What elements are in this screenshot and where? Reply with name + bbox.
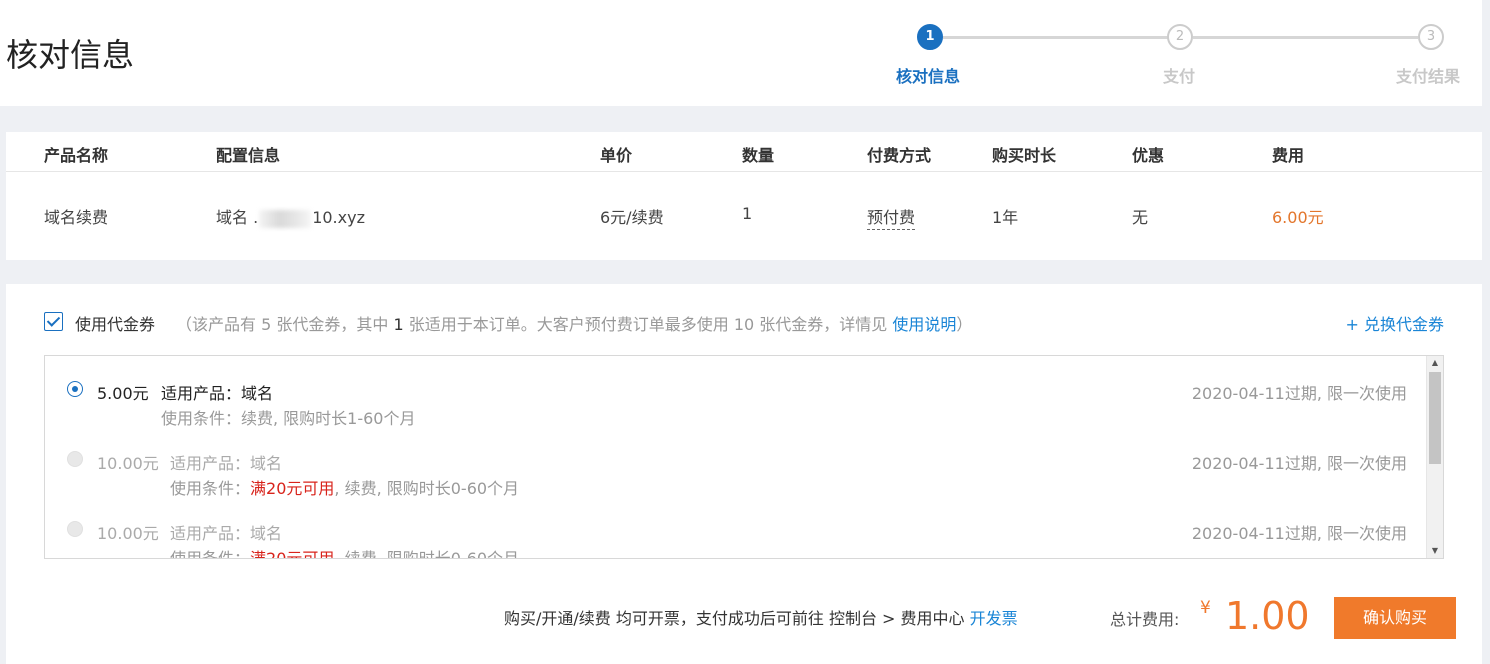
voucher-note: （该产品有 5 张代金券，其中 1 张适用于本订单。大客户预付费订单最多使用 1… <box>176 311 972 335</box>
condition-prefix: 使用条件： <box>170 549 251 559</box>
voucher-product: 适用产品：域名 <box>170 454 283 473</box>
use-voucher-checkbox[interactable] <box>44 312 63 331</box>
voucher-amount: 10.00元 <box>97 524 159 543</box>
total-amount: 1.00 <box>1225 594 1310 638</box>
col-quantity: 数量 <box>742 146 775 165</box>
config-prefix: 域名 . <box>216 208 259 227</box>
row-quantity: 1 <box>742 204 753 223</box>
total-label: 总计费用: <box>1110 610 1180 629</box>
use-voucher-label[interactable]: 使用代金券 <box>75 311 155 335</box>
col-fee: 费用 <box>1272 146 1305 165</box>
col-product: 产品名称 <box>44 146 109 165</box>
issue-invoice-link[interactable]: 开发票 <box>970 609 1018 628</box>
voucher-product: 适用产品：域名 <box>161 384 274 403</box>
invoice-note: 购买/开通/续费 均可开票，支付成功后可前往 控制台 > 费用中心 开发票 <box>504 605 1018 629</box>
voucher-item: 10.00元 适用产品：域名 使用条件：满20元可用, 续费, 限购时长0-60… <box>45 426 1427 498</box>
step-2-circle: 2 <box>1167 24 1193 50</box>
voucher-item: 10.00元 适用产品：域名 使用条件：满20元可用, 续费, 限购时长0-60… <box>45 496 1427 559</box>
step-connector <box>1193 36 1418 39</box>
note-count: 1 <box>393 315 404 334</box>
step-connector <box>943 36 1168 39</box>
step-1-circle: 1 <box>917 24 943 50</box>
note-end: ） <box>956 315 973 334</box>
step-2-label: 支付 <box>1163 67 1196 86</box>
col-duration: 购买时长 <box>992 146 1057 165</box>
voucher-scrollbar[interactable]: ▲ ▼ <box>1426 356 1443 558</box>
row-config: 域名 . 10.xyz <box>216 204 365 228</box>
step-1-label: 核对信息 <box>896 67 961 86</box>
row-fee: 6.00元 <box>1272 208 1324 227</box>
col-payment: 付费方式 <box>867 146 932 165</box>
condition-threshold: 满20元可用 <box>250 549 335 559</box>
voucher-radio[interactable] <box>67 381 83 397</box>
col-price: 单价 <box>600 146 633 165</box>
voucher-radio <box>67 521 83 537</box>
step-3-label: 支付结果 <box>1396 67 1461 86</box>
voucher-expire: 2020-04-11过期, 限一次使用 <box>1191 524 1407 543</box>
col-discount: 优惠 <box>1132 146 1165 165</box>
note-part2: 张适用于本订单。大客户预付费订单最多使用 10 张代金券，详情见 <box>403 315 893 334</box>
step-3-circle: 3 <box>1418 24 1444 50</box>
confirm-purchase-button[interactable]: 确认购买 <box>1334 597 1456 639</box>
voucher-expire: 2020-04-11过期, 限一次使用 <box>1191 454 1407 473</box>
row-product: 域名续费 <box>44 208 109 227</box>
exchange-voucher-link[interactable]: + 兑换代金券 <box>1346 311 1445 335</box>
redacted-domain <box>259 209 312 228</box>
voucher-amount: 5.00元 <box>97 384 149 403</box>
scroll-up-arrow-icon[interactable]: ▲ <box>1427 356 1443 370</box>
voucher-list: 5.00元 适用产品：域名 使用条件：续费, 限购时长1-60个月 2020-0… <box>44 355 1444 559</box>
currency-symbol: ¥ <box>1200 598 1211 618</box>
row-price: 6元/续费 <box>600 208 664 227</box>
scroll-down-arrow-icon[interactable]: ▼ <box>1427 544 1443 558</box>
condition-text: , 续费, 限购时长0-60个月 <box>334 549 520 559</box>
config-suffix: 10.xyz <box>312 208 365 227</box>
usage-instructions-link[interactable]: 使用说明 <box>892 315 956 334</box>
header: 核对信息 1 核对信息 2 支付 3 支付结果 <box>0 0 1482 106</box>
voucher-radio <box>67 451 83 467</box>
invoice-note-text: 购买/开通/续费 均可开票，支付成功后可前往 控制台 > 费用中心 <box>504 609 970 628</box>
step-indicator: 1 核对信息 2 支付 3 支付结果 <box>0 0 1482 106</box>
voucher-item[interactable]: 5.00元 适用产品：域名 使用条件：续费, 限购时长1-60个月 2020-0… <box>45 356 1427 428</box>
voucher-amount: 10.00元 <box>97 454 159 473</box>
voucher-condition: 使用条件：满20元可用, 续费, 限购时长0-60个月 <box>170 545 520 559</box>
voucher-expire: 2020-04-11过期, 限一次使用 <box>1191 384 1407 403</box>
row-payment[interactable]: 预付费 <box>867 204 916 230</box>
row-discount: 无 <box>1132 208 1149 227</box>
note-part1: （该产品有 5 张代金券，其中 <box>176 315 394 334</box>
scroll-thumb[interactable] <box>1429 372 1441 464</box>
order-table-header: 产品名称 配置信息 单价 数量 付费方式 购买时长 优惠 费用 <box>6 132 1482 172</box>
col-config: 配置信息 <box>216 146 281 165</box>
order-table: 产品名称 配置信息 单价 数量 付费方式 购买时长 优惠 费用 域名续费 域名 … <box>6 132 1482 260</box>
voucher-product: 适用产品：域名 <box>170 524 283 543</box>
row-duration: 1年 <box>992 208 1019 227</box>
